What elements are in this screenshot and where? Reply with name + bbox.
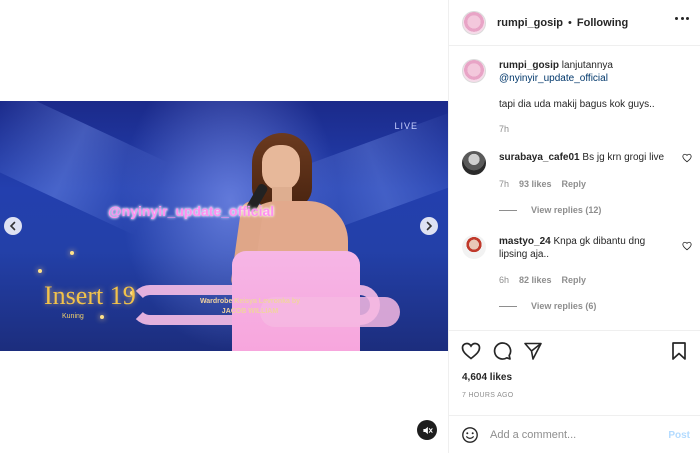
emoji-icon[interactable] [461, 426, 479, 444]
show-logo: Insert 19 [44, 281, 136, 310]
heart-outline-icon[interactable] [682, 241, 692, 251]
heart-icon[interactable] [461, 341, 481, 361]
replies-divider [499, 209, 517, 211]
view-replies-button[interactable]: View replies (6) [499, 301, 596, 311]
caption: rumpi_gosip lanjutannya @nyinyir_update_… [462, 59, 692, 139]
comment-meta: 7h 93 likes Reply [499, 179, 586, 189]
media-pane: LIVE Insert 19 Kuning Wardrobe Keisya Le… [0, 0, 448, 453]
view-replies-label: View replies (12) [531, 205, 602, 215]
caption-text-line1: lanjutannya [561, 60, 613, 71]
add-comment-bar: Post [449, 415, 700, 453]
caption-text: rumpi_gosip lanjutannya @nyinyir_update_… [499, 59, 675, 111]
video-player[interactable]: LIVE Insert 19 Kuning Wardrobe Keisya Le… [0, 101, 448, 351]
watermark-text: @nyinyir_update_official [108, 203, 275, 219]
avatar[interactable] [462, 235, 486, 259]
chevron-left-icon [9, 221, 16, 231]
comment-time[interactable]: 7h [499, 179, 509, 189]
share-icon[interactable] [523, 341, 543, 361]
comment-username[interactable]: surabaya_cafe01 [499, 152, 580, 163]
avatar[interactable] [462, 151, 486, 175]
comment-text: mastyo_24 Knpa gk dibantu dng lipsing aj… [499, 235, 675, 261]
comment-likes[interactable]: 82 likes [519, 275, 552, 285]
comments-list: rumpi_gosip lanjutannya @nyinyir_update_… [449, 47, 700, 330]
sparkle [38, 269, 42, 273]
avatar[interactable] [462, 59, 486, 83]
separator-dot: • [568, 16, 572, 29]
heart-outline-icon[interactable] [682, 153, 692, 163]
action-bar [461, 341, 689, 361]
live-label: LIVE [394, 121, 418, 131]
comment-username[interactable]: mastyo_24 [499, 236, 551, 247]
caption-mention-link[interactable]: @nyinyir_update_official [499, 73, 608, 84]
header-username[interactable]: rumpi_gosip [497, 17, 563, 29]
previous-media-button[interactable] [4, 217, 22, 235]
sparkle [100, 315, 104, 319]
credit-line: JACOB WILLIAM [221, 308, 279, 315]
caption-text-line2: tapi dia uda makij bagus kok guys.. [499, 99, 655, 110]
comment-text: surabaya_cafe01 Bs jg krn grogi live [499, 151, 675, 164]
more-horizontal-icon[interactable] [675, 17, 689, 21]
comment-meta: 6h 82 likes Reply [499, 275, 586, 285]
comment-time[interactable]: 6h [499, 275, 509, 285]
instagram-post-view: LIVE Insert 19 Kuning Wardrobe Keisya Le… [0, 0, 700, 453]
comment-icon[interactable] [492, 341, 512, 361]
show-logo-sub: Kuning [62, 313, 84, 320]
next-media-button[interactable] [420, 217, 438, 235]
post-actions: 4,604 likes 7 HOURS AGO Post [449, 330, 700, 453]
chevron-right-icon [426, 221, 433, 231]
comments-panel: rumpi_gosip • Following rumpi_gosip lanj… [448, 0, 700, 453]
reply-button[interactable]: Reply [562, 179, 587, 189]
comment-body: Bs jg krn grogi live [582, 152, 665, 163]
following-button[interactable]: Following [577, 17, 628, 29]
mute-toggle-button[interactable] [417, 420, 437, 440]
view-replies-label: View replies (6) [531, 301, 597, 311]
comment-input[interactable] [490, 429, 650, 441]
post-button[interactable]: Post [668, 430, 690, 441]
caption-meta: 7h [499, 124, 509, 134]
bookmark-icon[interactable] [669, 341, 689, 361]
caption-time[interactable]: 7h [499, 124, 509, 134]
avatar[interactable] [462, 10, 486, 35]
sparkle [70, 251, 74, 255]
reply-button[interactable]: Reply [562, 275, 587, 285]
singer-face [262, 145, 300, 191]
comment-item: surabaya_cafe01 Bs jg krn grogi live 7h … [462, 151, 692, 221]
comment-item: mastyo_24 Knpa gk dibantu dng lipsing aj… [462, 235, 692, 315]
credit-line: Wardrobe Keisya Levronka by [199, 298, 301, 305]
comment-likes[interactable]: 93 likes [519, 179, 552, 189]
caption-username[interactable]: rumpi_gosip [499, 60, 559, 71]
likes-count[interactable]: 4,604 likes [462, 372, 512, 383]
view-replies-button[interactable]: View replies (12) [499, 205, 601, 215]
post-header: rumpi_gosip • Following [449, 0, 700, 46]
speaker-muted-icon [422, 426, 433, 434]
wardrobe-credit: Wardrobe Keisya Levronka by JACOB WILLIA… [180, 297, 320, 317]
post-timestamp[interactable]: 7 HOURS AGO [462, 392, 514, 399]
replies-divider [499, 305, 517, 307]
